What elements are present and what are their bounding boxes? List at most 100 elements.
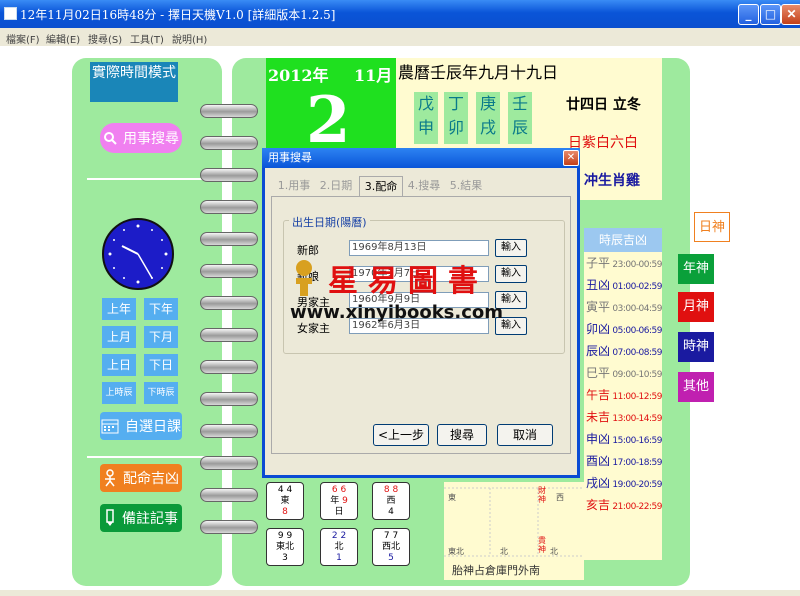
hour-time: 09:00-10:59 xyxy=(610,370,662,380)
star-grid-east: 4 4東8 xyxy=(266,482,304,520)
hour-row: 卯凶 05:00-06:59 xyxy=(584,318,662,340)
binder-ring xyxy=(200,104,258,118)
hour-time: 17:00-18:59 xyxy=(610,458,662,468)
tab-search[interactable]: 4.搜尋 xyxy=(405,176,443,196)
tab-event[interactable]: 1.用事 xyxy=(275,176,313,196)
bride-date-input[interactable]: 1970年1月7日 xyxy=(349,266,489,282)
dialog-title: 用事搜尋 xyxy=(268,151,312,164)
female-host-input-button[interactable]: 輸入 xyxy=(495,317,527,335)
menu-search[interactable]: 搜尋(S) xyxy=(88,31,122,46)
maximize-button[interactable]: □ xyxy=(760,4,781,25)
month-label: 11月 xyxy=(354,66,393,85)
match-fortune-label: 配命吉凶 xyxy=(123,471,179,487)
next-month-button[interactable]: 下月 xyxy=(144,326,178,348)
date-block: 2012年 11月 2 xyxy=(266,58,396,158)
search-dialog: 用事搜尋 ✕ 1.用事 2.日期 3.配命 4.搜尋 5.結果 出生日期(陽曆)… xyxy=(262,148,580,478)
male-host-date-input[interactable]: 1960年9月9日 xyxy=(349,292,489,308)
next-year-button[interactable]: 下年 xyxy=(144,298,178,320)
binder-ring xyxy=(200,328,258,342)
hour-label: 子平 xyxy=(586,256,611,270)
search-button[interactable]: 用事搜尋 xyxy=(100,123,182,153)
prev-year-button[interactable]: 上年 xyxy=(102,298,136,320)
dialog-close-button[interactable]: ✕ xyxy=(563,150,579,166)
hour-header: 時辰吉凶 xyxy=(584,228,662,252)
prev-month-button[interactable]: 上月 xyxy=(102,326,136,348)
hour-label: 寅平 xyxy=(586,300,611,314)
hour-row: 未吉 13:00-14:59 xyxy=(584,406,662,428)
custom-schedule-button[interactable]: 自選日課 xyxy=(100,412,182,440)
tab-results[interactable]: 5.結果 xyxy=(447,176,485,196)
hour-row: 午吉 11:00-12:59 xyxy=(584,384,662,406)
compass-east: 東 xyxy=(448,493,456,502)
left-panel: 實際時間模式 用事搜尋 上年 下年 上月 下月 上日 下日 上時辰 下時辰 自選… xyxy=(72,58,222,586)
hour-time: 13:00-14:59 xyxy=(610,414,662,424)
star-grid-north: 2 2北1 xyxy=(320,528,358,566)
compass-north: 北 xyxy=(500,547,508,556)
female-host-label: 女家主 xyxy=(297,322,330,335)
next-day-button[interactable]: 下日 xyxy=(144,354,178,376)
hour-row: 寅平 03:00-04:59 xyxy=(584,296,662,318)
tab-day-god[interactable]: 日神 xyxy=(694,212,730,242)
hour-time: 11:00-12:59 xyxy=(610,392,662,402)
back-button[interactable]: <上一步 xyxy=(373,424,429,446)
star-grid-northeast: 9 9 東北 3 xyxy=(266,528,304,566)
hour-row: 亥吉 21:00-22:59 xyxy=(584,494,662,516)
tab-year-god[interactable]: 年神 xyxy=(678,254,714,284)
bride-label: 新娘 xyxy=(297,270,319,283)
dialog-title-bar[interactable]: 用事搜尋 ✕ xyxy=(262,148,580,168)
bottom-strip xyxy=(0,590,800,596)
bride-input-button[interactable]: 輸入 xyxy=(495,265,527,283)
minimize-button[interactable]: _ xyxy=(738,4,759,25)
tab-hour-god[interactable]: 時神 xyxy=(678,332,714,362)
binder-ring xyxy=(200,264,258,278)
tab-month-god[interactable]: 月神 xyxy=(678,292,714,322)
magnifier-icon xyxy=(104,132,117,145)
compass-northeast: 東北 xyxy=(448,547,464,556)
calendar-icon xyxy=(101,419,119,434)
groom-label: 新郎 xyxy=(297,244,319,257)
menu-edit[interactable]: 編輯(E) xyxy=(46,31,80,46)
ganzhi-month: 丁卯 xyxy=(444,92,468,144)
male-host-input-button[interactable]: 輸入 xyxy=(495,291,527,309)
prev-hour-button[interactable]: 上時辰 xyxy=(102,382,136,404)
ganzhi-hour: 壬辰 xyxy=(508,92,532,144)
next-hour-button[interactable]: 下時辰 xyxy=(144,382,178,404)
title-bar: 12年11月02日16時48分 - 擇日天機V1.0 [詳細版本1.2.5] _… xyxy=(0,0,800,28)
fetal-god-label: 胎神占倉庫門外南 xyxy=(452,564,540,577)
close-button[interactable]: ✕ xyxy=(781,4,800,25)
match-fortune-button[interactable]: 配命吉凶 xyxy=(100,464,182,492)
prev-day-button[interactable]: 上日 xyxy=(102,354,136,376)
menu-file[interactable]: 檔案(F) xyxy=(6,31,40,46)
notes-button[interactable]: 備註記事 xyxy=(100,504,182,532)
menu-help[interactable]: 說明(H) xyxy=(172,31,207,46)
clock-icon xyxy=(102,218,174,290)
hour-time: 07:00-08:59 xyxy=(610,348,662,358)
hour-row: 酉凶 17:00-18:59 xyxy=(584,450,662,472)
groom-date-input[interactable]: 1969年8月13日 xyxy=(349,240,489,256)
caishen-label: 財神 xyxy=(538,486,546,504)
tab-match[interactable]: 3.配命 xyxy=(359,176,403,196)
male-host-label: 男家主 xyxy=(297,296,330,309)
hour-label: 卯凶 xyxy=(586,322,611,336)
star-grid-center: 6 6年 9日 xyxy=(320,482,358,520)
ganzhi-area: 戊申 丁卯 庚戌 壬辰 xyxy=(396,88,556,148)
cancel-button[interactable]: 取消 xyxy=(497,424,553,446)
app-icon xyxy=(4,7,17,20)
female-host-date-input[interactable]: 1962年6月3日 xyxy=(349,318,489,334)
hour-label: 巳平 xyxy=(586,366,611,380)
day-number: 2 xyxy=(306,83,351,158)
groom-input-button[interactable]: 輸入 xyxy=(495,239,527,257)
person-icon xyxy=(105,469,115,487)
solar-term: 廿四日 立冬 xyxy=(566,97,641,113)
ganzhi-year: 戊申 xyxy=(414,92,438,144)
search-submit-button[interactable]: 搜尋 xyxy=(437,424,487,446)
binder-ring xyxy=(200,424,258,438)
tab-other[interactable]: 其他 xyxy=(678,372,714,402)
menu-bar: 檔案(F) 編輯(E) 搜尋(S) 工具(T) 說明(H) xyxy=(0,28,800,46)
binder-ring xyxy=(200,456,258,470)
menu-tools[interactable]: 工具(T) xyxy=(130,31,164,46)
tab-date[interactable]: 2.日期 xyxy=(317,176,355,196)
mode-label[interactable]: 實際時間模式 xyxy=(90,62,178,102)
hour-time: 15:00-16:59 xyxy=(610,436,662,446)
birthdate-group-label: 出生日期(陽曆) xyxy=(289,214,370,230)
